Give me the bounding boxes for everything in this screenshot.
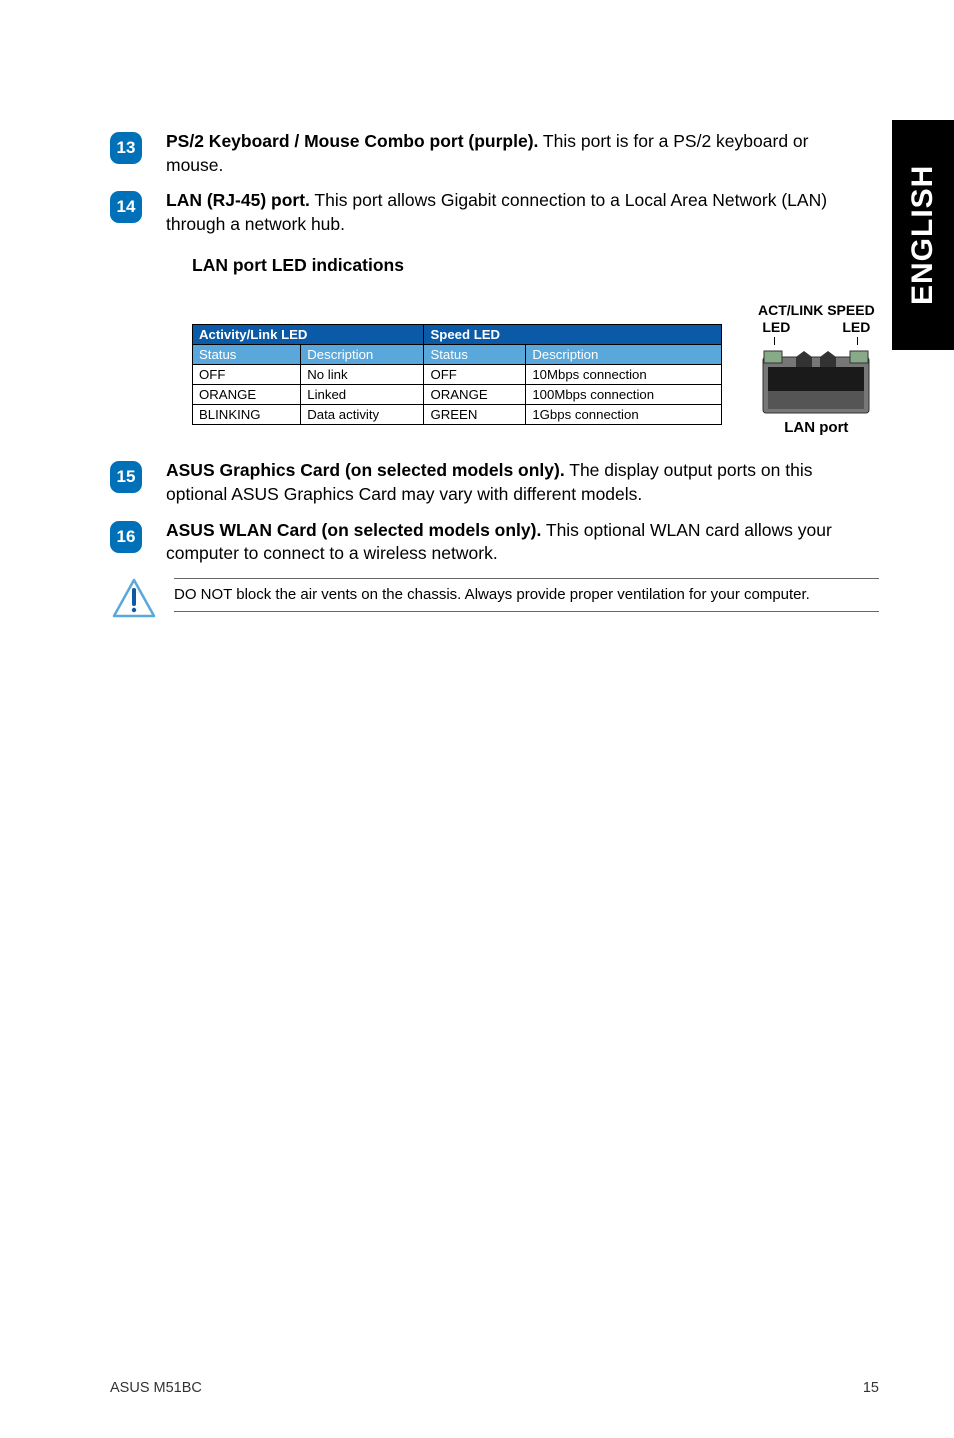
cell: ORANGE — [193, 384, 301, 404]
cell: Linked — [301, 384, 424, 404]
speed-label: SPEED — [827, 302, 874, 318]
caution-icon — [112, 578, 156, 618]
led-label-left: LED — [762, 319, 790, 337]
badge-14: 14 — [110, 191, 142, 223]
th-activity: Activity/Link LED — [193, 324, 424, 344]
cell: OFF — [424, 364, 526, 384]
th-desc-1: Description — [301, 344, 424, 364]
footer-model: ASUS M51BC — [110, 1380, 202, 1396]
lan-port-diagram: ACT/LINK SPEED LED LED LAN — [758, 302, 875, 438]
table-row: OFF No link OFF 10Mbps connection — [193, 364, 722, 384]
item-14-bold: LAN (RJ-45) port. — [166, 190, 310, 210]
footer-page-number: 15 — [863, 1380, 879, 1396]
led-sub-labels: LED LED — [758, 319, 874, 337]
rj45-icon — [762, 349, 870, 415]
item-13: 13 PS/2 Keyboard / Mouse Combo port (pur… — [110, 130, 879, 177]
item-14-text: LAN (RJ-45) port. This port allows Gigab… — [166, 189, 879, 236]
tick-row — [758, 337, 874, 347]
cell: Data activity — [301, 404, 424, 424]
page-footer: ASUS M51BC 15 — [110, 1380, 879, 1396]
item-15-bold: ASUS Graphics Card (on selected models o… — [166, 460, 565, 480]
caution-note: DO NOT block the air vents on the chassi… — [112, 578, 879, 618]
th-speed: Speed LED — [424, 324, 722, 344]
cell: 100Mbps connection — [526, 384, 722, 404]
cell: ORANGE — [424, 384, 526, 404]
tick-left — [774, 337, 775, 345]
led-label-right: LED — [842, 319, 870, 337]
lan-led-title: LAN port LED indications — [192, 255, 879, 276]
led-table: Activity/Link LED Speed LED Status Descr… — [192, 324, 722, 425]
cell: GREEN — [424, 404, 526, 424]
cell: OFF — [193, 364, 301, 384]
badge-13: 13 — [110, 132, 142, 164]
cell: 10Mbps connection — [526, 364, 722, 384]
caution-text: DO NOT block the air vents on the chassi… — [174, 578, 879, 612]
item-13-text: PS/2 Keyboard / Mouse Combo port (purple… — [166, 130, 879, 177]
item-16-text: ASUS WLAN Card (on selected models only)… — [166, 519, 879, 566]
cell: BLINKING — [193, 404, 301, 424]
badge-16: 16 — [110, 521, 142, 553]
item-15-text: ASUS Graphics Card (on selected models o… — [166, 459, 879, 506]
lan-port-label: LAN port — [758, 419, 875, 438]
th-status-2: Status — [424, 344, 526, 364]
badge-15: 15 — [110, 461, 142, 493]
led-top-labels: ACT/LINK SPEED — [758, 302, 875, 320]
language-tab: ENGLISH — [892, 120, 954, 350]
th-desc-2: Description — [526, 344, 722, 364]
th-status-1: Status — [193, 344, 301, 364]
actlink-label: ACT/LINK — [758, 302, 823, 318]
table-row: ORANGE Linked ORANGE 100Mbps connection — [193, 384, 722, 404]
table-row: BLINKING Data activity GREEN 1Gbps conne… — [193, 404, 722, 424]
item-13-bold: PS/2 Keyboard / Mouse Combo port (purple… — [166, 131, 538, 151]
item-16-bold: ASUS WLAN Card (on selected models only)… — [166, 520, 541, 540]
item-14: 14 LAN (RJ-45) port. This port allows Gi… — [110, 189, 879, 236]
lan-row: Activity/Link LED Speed LED Status Descr… — [110, 302, 879, 438]
tick-right — [857, 337, 858, 345]
item-16: 16 ASUS WLAN Card (on selected models on… — [110, 519, 879, 566]
cell: No link — [301, 364, 424, 384]
cell: 1Gbps connection — [526, 404, 722, 424]
item-15: 15 ASUS Graphics Card (on selected model… — [110, 459, 879, 506]
